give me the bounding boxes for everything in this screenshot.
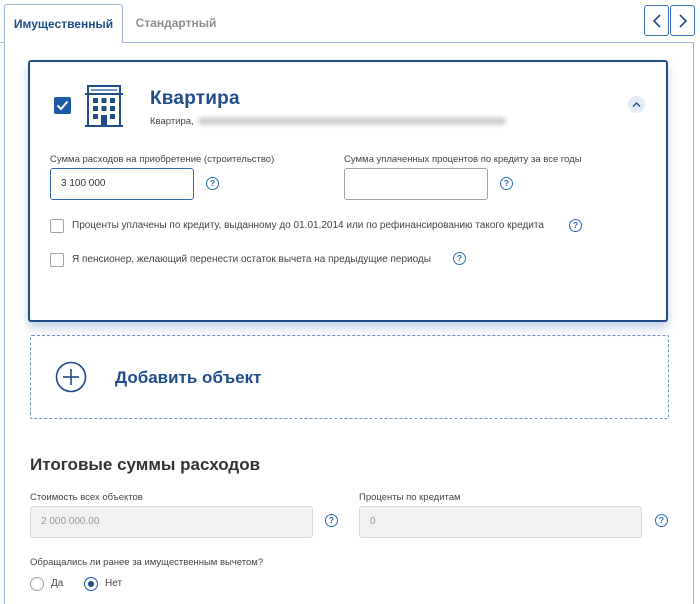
next-button[interactable]: [670, 5, 695, 36]
pre2014-checkbox-label: Проценты уплачены по кредиту, выданному …: [72, 220, 544, 231]
radio-yes[interactable]: [30, 577, 44, 591]
property-object-card: Квартира Квартира, Сумма расходов на при…: [28, 60, 668, 322]
add-object-label: Добавить объект: [115, 368, 262, 387]
expense-help-icon[interactable]: ?: [206, 177, 219, 190]
tab-standard[interactable]: Стандартный: [128, 4, 224, 43]
add-object-button[interactable]: Добавить объект: [30, 335, 669, 419]
chevron-right-icon: [679, 14, 688, 28]
interest-label: Сумма уплаченных процентов по кредиту за…: [344, 154, 582, 165]
tab-property[interactable]: Имущественный: [4, 4, 123, 43]
expense-label: Сумма расходов на приобретение (строител…: [50, 154, 275, 165]
all-objects-input: 2 000 000.00: [30, 506, 313, 538]
loan-interest-label: Проценты по кредитам: [359, 492, 461, 503]
interest-help-icon[interactable]: ?: [500, 177, 513, 190]
object-select-checkbox[interactable]: [54, 97, 71, 114]
object-address: Квартира,: [150, 116, 194, 127]
object-title: Квартира: [150, 88, 240, 109]
loan-interest-input: 0: [359, 506, 642, 538]
totals-title: Итоговые суммы расходов: [30, 455, 261, 474]
pre2014-help-icon[interactable]: ?: [569, 219, 582, 232]
plus-circle-icon: [55, 361, 87, 393]
chevron-up-icon: [632, 102, 641, 107]
collapse-button[interactable]: [628, 96, 645, 113]
tab-bar: Имущественный Стандартный: [0, 0, 700, 44]
pensioner-help-icon[interactable]: ?: [453, 252, 466, 265]
radio-yes-label: Да: [51, 578, 64, 589]
chevron-left-icon: [652, 14, 661, 28]
prev-button[interactable]: [644, 5, 669, 36]
all-objects-help-icon[interactable]: ?: [325, 514, 338, 527]
loan-interest-help-icon[interactable]: ?: [655, 514, 668, 527]
expense-input[interactable]: 3 100 000: [50, 168, 194, 200]
pre2014-checkbox[interactable]: [50, 219, 64, 233]
pensioner-checkbox-label: Я пенсионер, желающий перенести остаток …: [72, 254, 431, 265]
radio-no-label: Нет: [105, 578, 123, 589]
interest-input[interactable]: [344, 168, 488, 200]
apartment-building-icon: [85, 85, 123, 127]
radio-no[interactable]: [84, 577, 98, 591]
object-address-redacted: [198, 117, 506, 125]
pensioner-checkbox[interactable]: [50, 253, 64, 267]
prior-deduction-question: Обращались ли ранее за имущественным выч…: [30, 557, 264, 568]
checkmark-icon: [56, 100, 69, 111]
all-objects-label: Стоимость всех объектов: [30, 492, 143, 503]
